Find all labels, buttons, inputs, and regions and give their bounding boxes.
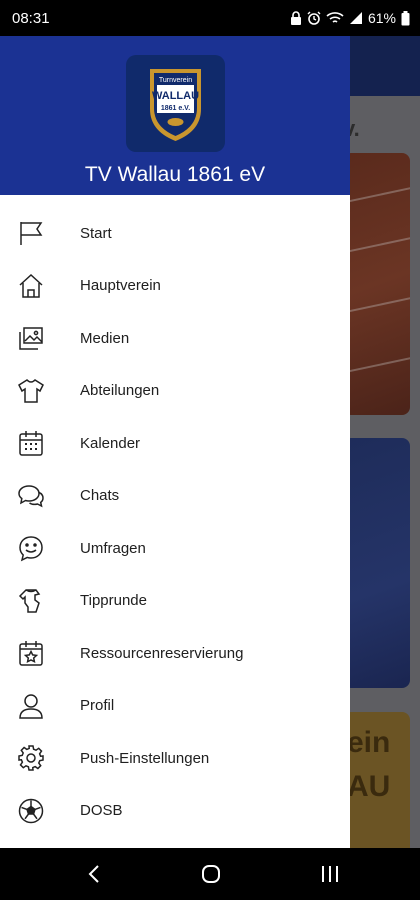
- status-bar: 08:31 61%: [0, 0, 420, 36]
- menu-item-label: Tipprunde: [80, 592, 147, 610]
- battery-percent: 61%: [367, 10, 396, 26]
- menu-item-label: Profil: [80, 697, 115, 715]
- menu-item-label: Chats: [80, 487, 120, 505]
- lock-icon: [290, 11, 301, 25]
- logo-sub-text: 1861 e.V.: [161, 105, 190, 112]
- status-icons: 61%: [290, 10, 410, 26]
- wifi-icon: [326, 12, 344, 23]
- menu-item-tipprunde[interactable]: Tipprunde: [0, 575, 350, 628]
- menu-item-dosb[interactable]: DOSB: [0, 785, 350, 838]
- menu-item-start[interactable]: Start: [0, 207, 350, 260]
- status-time: 08:31: [12, 9, 50, 27]
- menu-item-label: Push-Einstellungen: [80, 749, 210, 767]
- club-crest-icon: Turnverein WALLAU 1861 e.V.: [150, 69, 201, 141]
- media-icon: [17, 324, 45, 352]
- menu-item-label: Ressourcenreservierung: [80, 644, 244, 662]
- drawer-header: Turnverein WALLAU 1861 e.V. TV Wallau 18…: [0, 36, 350, 195]
- background-card-track[interactable]: [343, 153, 410, 415]
- chats-icon: [17, 482, 45, 510]
- soccer-ball-icon: [17, 797, 45, 825]
- home-button-icon[interactable]: [199, 862, 223, 886]
- menu-item-medien[interactable]: Medien: [0, 312, 350, 365]
- menu-item-hauptverein[interactable]: Hauptverein: [0, 260, 350, 313]
- background-card-text-2: AU: [347, 770, 391, 803]
- navigation-drawer: Turnverein WALLAU 1861 e.V. TV Wallau 18…: [0, 36, 350, 848]
- menu-item-chats[interactable]: Chats: [0, 470, 350, 523]
- menu-item-profil[interactable]: Profil: [0, 680, 350, 733]
- smiley-icon: [17, 534, 45, 562]
- recents-icon[interactable]: [318, 862, 342, 886]
- menu-item-label: DOSB: [80, 802, 123, 820]
- logo-main-text: WALLAU: [152, 90, 199, 102]
- club-logo: Turnverein WALLAU 1861 e.V.: [126, 55, 225, 152]
- menu-item-ressourcenreservierung[interactable]: Ressourcenreservierung: [0, 627, 350, 680]
- menu-item-kalender[interactable]: Kalender: [0, 417, 350, 470]
- menu-item-label: Hauptverein: [80, 277, 161, 295]
- signal-icon: [349, 12, 362, 24]
- soccer-jersey-icon: [17, 587, 45, 615]
- menu-item-abteilungen[interactable]: Abteilungen: [0, 365, 350, 418]
- menu-item-label: Medien: [80, 329, 130, 347]
- drawer-menu: Start Hauptverein Medien Abteilungen Kal…: [0, 207, 350, 837]
- calendar-star-icon: [17, 639, 45, 667]
- battery-icon: [401, 10, 410, 25]
- system-nav-bar: [0, 848, 420, 900]
- background-card-blue[interactable]: [343, 438, 410, 688]
- menu-item-umfragen[interactable]: Umfragen: [0, 522, 350, 575]
- menu-item-label: Kalender: [80, 434, 141, 452]
- menu-item-push-einstellungen[interactable]: Push-Einstellungen: [0, 732, 350, 785]
- background-card-text-1: ein: [347, 726, 391, 759]
- calendar-icon: [17, 429, 45, 457]
- back-icon[interactable]: [83, 862, 107, 886]
- person-icon: [17, 692, 45, 720]
- alarm-icon: [307, 11, 321, 25]
- logo-top-text: Turnverein: [159, 77, 192, 84]
- app-name: TV Wallau 1861 eV: [84, 163, 266, 186]
- shirt-icon: [17, 377, 45, 405]
- background-card-logo[interactable]: ein AU: [343, 712, 410, 848]
- gear-icon: [17, 744, 45, 772]
- menu-item-label: Start: [80, 224, 112, 242]
- menu-item-label: Abteilungen: [80, 382, 160, 400]
- flag-icon: [17, 219, 45, 247]
- home-icon: [17, 272, 45, 300]
- menu-item-label: Umfragen: [80, 539, 146, 557]
